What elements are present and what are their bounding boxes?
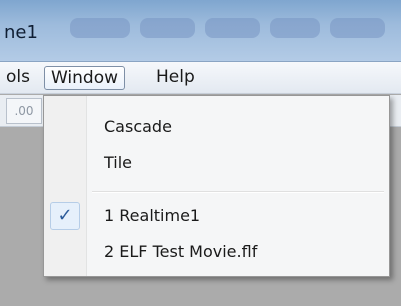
menu-item-cascade[interactable]: Cascade	[47, 111, 386, 143]
title-bar-blur	[270, 18, 320, 38]
checkmark-icon: ✓	[50, 202, 80, 230]
title-bar: ne1	[0, 0, 401, 62]
title-bar-blur	[70, 18, 130, 38]
menu-window[interactable]: Window	[44, 66, 126, 90]
title-bar-blur	[330, 18, 385, 38]
window-menu-dropdown: Cascade Tile ✓ 1 Realtime1 2 ELF Test Mo…	[43, 95, 390, 277]
menu-bar: ols Window Help	[0, 62, 401, 94]
menu-item-label: Tile	[104, 153, 133, 172]
menu-item-label: 1 Realtime1	[104, 206, 201, 225]
toolbar-button[interactable]: .00	[6, 98, 42, 124]
menu-item-label: Cascade	[104, 117, 172, 136]
menu-item-realtime1[interactable]: ✓ 1 Realtime1	[47, 200, 386, 232]
app-stage: ne1 ols Window Help .00 Cascade Tile ✓ 1…	[0, 0, 401, 306]
title-bar-blur	[140, 18, 195, 38]
menu-item-label: 2 ELF Test Movie.flf	[104, 242, 258, 261]
menu-item-tile[interactable]: Tile	[47, 147, 386, 179]
menu-item-elf-test-movie[interactable]: 2 ELF Test Movie.flf	[47, 236, 386, 268]
menu-separator	[92, 191, 384, 193]
menu-tools[interactable]: ols	[0, 66, 36, 90]
window-title: ne1	[4, 22, 38, 43]
menu-help[interactable]: Help	[150, 66, 201, 90]
title-bar-blur	[205, 18, 260, 38]
